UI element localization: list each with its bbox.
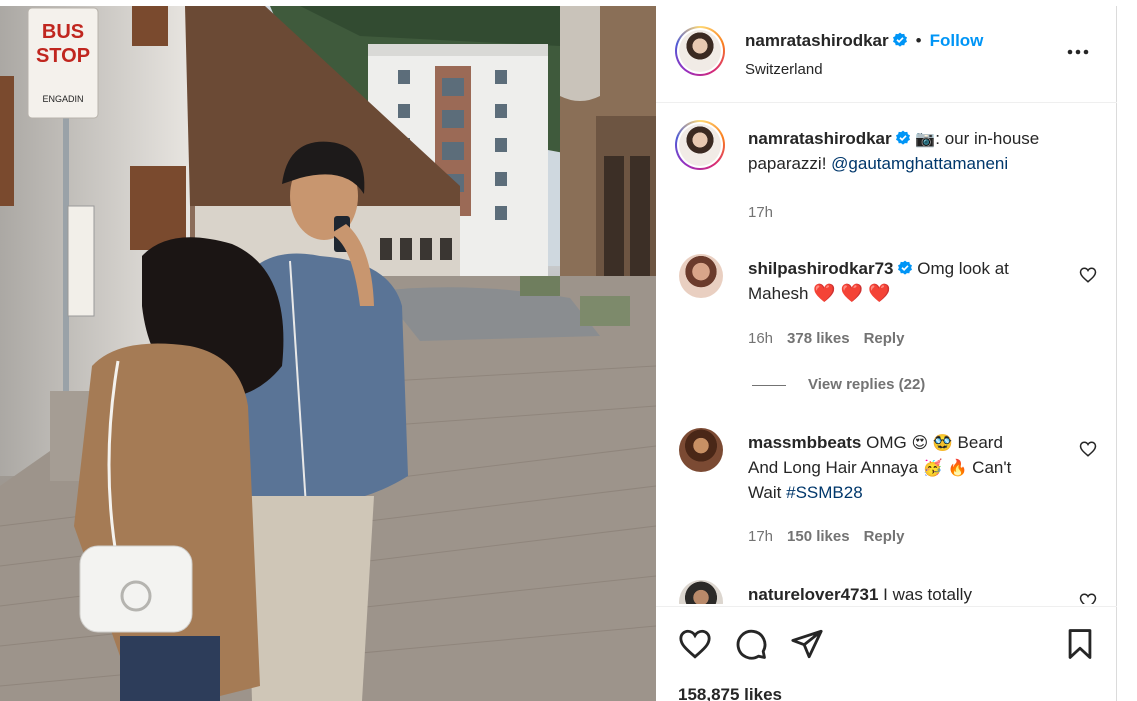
like-comment-heart-icon[interactable] xyxy=(1079,592,1097,604)
author-avatar[interactable] xyxy=(675,26,725,76)
comment-username[interactable]: shilpashirodkar73 xyxy=(748,259,894,278)
follow-button[interactable]: Follow xyxy=(930,31,984,50)
comment-text: shilpashirodkar73 Omg look at Mahesh ❤️ … xyxy=(748,256,1068,306)
comment-text: massmbbeats OMG 😍 🥸 Beard And Long Hair … xyxy=(748,430,1068,505)
comment-body-2b: Can't xyxy=(972,458,1012,477)
caption-body: : our in-house xyxy=(935,129,1040,148)
verified-badge-icon xyxy=(895,130,910,145)
post-header: namratashirodkar • Follow Switzerland xyxy=(656,6,1117,103)
camera-emoji: 📷 xyxy=(915,129,936,148)
emoji-heart-eyes: 😍 xyxy=(911,433,929,452)
photo-scene: BUS STOP ENGADIN xyxy=(0,6,656,701)
comment-meta: 16h 378 likes Reply xyxy=(748,330,904,347)
like-comment-heart-icon[interactable] xyxy=(1079,440,1097,458)
replies-divider xyxy=(752,384,786,386)
like-heart-icon[interactable] xyxy=(678,627,712,661)
caption-text: namratashirodkar 📷: our in-house paparaz… xyxy=(748,126,1088,176)
verified-badge-icon xyxy=(892,32,907,47)
comment-likes[interactable]: 378 likes xyxy=(787,330,850,347)
emoji-disguise: 🥸 xyxy=(932,433,953,452)
post-actions: 158,875 likes xyxy=(656,606,1117,701)
header-title-row: namratashirodkar • Follow xyxy=(745,31,983,51)
verified-badge-icon xyxy=(897,260,912,275)
comment-body-b: Beard xyxy=(957,433,1003,452)
comment-avatar[interactable] xyxy=(679,254,723,298)
post-photo[interactable]: BUS STOP ENGADIN xyxy=(0,6,656,701)
emoji-party: 🥳 xyxy=(922,458,943,477)
view-replies-button[interactable]: View replies (22) xyxy=(752,376,925,393)
caption-mention-link[interactable]: @gautamghattamaneni xyxy=(831,154,1008,173)
bus-sign-top: BUS xyxy=(42,21,84,43)
comment-body: OMG xyxy=(866,433,907,452)
comment-time[interactable]: 16h xyxy=(748,330,773,347)
reply-button[interactable]: Reply xyxy=(864,330,905,347)
comment-body-2: Mahesh xyxy=(748,284,809,303)
bus-sign-sub: ENGADIN xyxy=(42,94,83,104)
caption-avatar[interactable] xyxy=(675,120,725,170)
header-separator: • xyxy=(915,31,922,50)
caption-time[interactable]: 17h xyxy=(748,204,773,221)
hearts-emoji: ❤️ ❤️ ❤️ xyxy=(813,283,891,303)
comment-avatar[interactable] xyxy=(679,428,723,472)
comment-text: naturelover4731 I was totally xyxy=(748,582,1068,604)
comment-meta: 17h 150 likes Reply xyxy=(748,528,904,545)
post-side-panel: namratashirodkar • Follow Switzerland namr… xyxy=(656,6,1117,701)
comment-body: I was totally xyxy=(883,585,972,604)
comment-username[interactable]: massmbbeats xyxy=(748,433,861,452)
comment-avatar[interactable] xyxy=(679,580,723,604)
comment-time[interactable]: 17h xyxy=(748,528,773,545)
comments-list[interactable]: namratashirodkar 📷: our in-house paparaz… xyxy=(656,104,1117,604)
comment-body: Omg look at xyxy=(917,259,1009,278)
comment-likes[interactable]: 150 likes xyxy=(787,528,850,545)
like-comment-heart-icon[interactable] xyxy=(1079,266,1097,284)
share-icon[interactable] xyxy=(790,627,824,661)
caption-body-2: paparazzi! xyxy=(748,154,827,173)
bus-sign-bottom: STOP xyxy=(36,45,90,67)
reply-button[interactable]: Reply xyxy=(864,528,905,545)
author-username[interactable]: namratashirodkar xyxy=(745,31,889,50)
comment-username[interactable]: naturelover4731 xyxy=(748,585,878,604)
post-location[interactable]: Switzerland xyxy=(745,61,823,78)
caption-username[interactable]: namratashirodkar xyxy=(748,129,892,148)
likes-count[interactable]: 158,875 likes xyxy=(678,685,782,701)
save-bookmark-icon[interactable] xyxy=(1063,627,1097,661)
comment-body-2: And Long Hair Annaya xyxy=(748,458,919,477)
more-options-icon[interactable] xyxy=(1065,42,1091,62)
comment-icon[interactable] xyxy=(734,627,768,661)
comment-body-3: Wait xyxy=(748,483,782,502)
hashtag-link[interactable]: #SSMB28 xyxy=(786,483,863,502)
emoji-fire: 🔥 xyxy=(947,458,968,477)
view-replies-label: View replies (22) xyxy=(808,376,926,393)
